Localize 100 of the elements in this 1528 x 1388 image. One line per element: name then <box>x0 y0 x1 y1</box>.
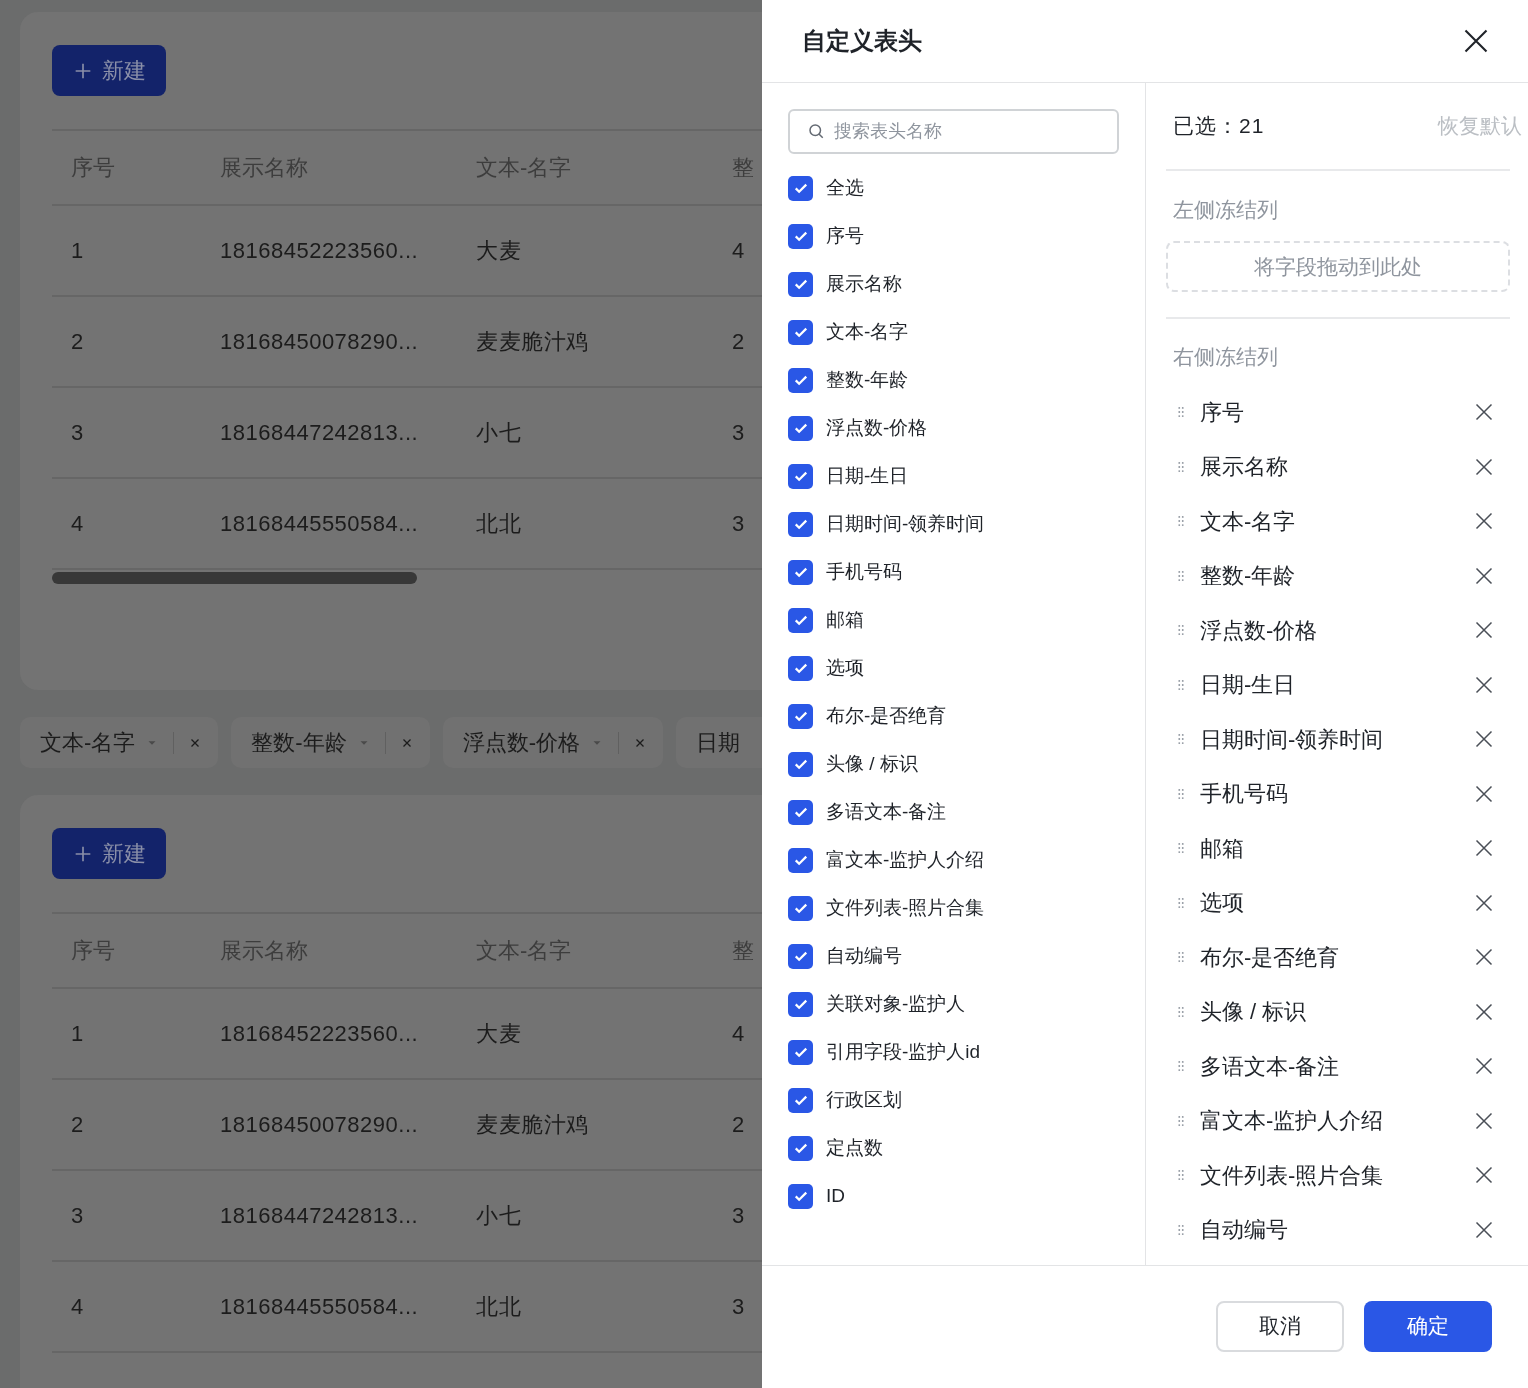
table-cell-text: 18168445550584... <box>220 1293 420 1321</box>
table-cell-text: 18168450078290... <box>220 328 420 356</box>
table-cell-text: 2 <box>71 328 85 356</box>
checkbox[interactable] <box>788 319 813 345</box>
checkbox-label: 富文本-监护人介绍 <box>826 847 985 872</box>
checkbox-label: 序号 <box>826 223 864 248</box>
checkbox-label: 自动编号 <box>826 943 902 968</box>
table-cell-text: 4 <box>732 237 746 265</box>
checkbox-label: 日期-生日 <box>826 463 909 488</box>
close-icon <box>1474 729 1494 750</box>
frozen-column-label: 浮点数-价格 <box>1200 616 1319 645</box>
checkbox-label: 多语文本-备注 <box>826 799 947 824</box>
close-icon <box>1474 1165 1494 1186</box>
frozen-column-label: 自动编号 <box>1200 1216 1289 1245</box>
new-button[interactable]: 新建 <box>52 45 166 96</box>
checkbox-label: 头像 / 标识 <box>826 751 918 776</box>
checkbox[interactable] <box>788 367 813 393</box>
checkbox[interactable] <box>788 463 813 489</box>
table-cell-text: 18168450078290... <box>220 1111 420 1139</box>
checkbox-label: 日期时间-领养时间 <box>826 511 985 536</box>
checkbox[interactable] <box>788 655 813 681</box>
close-icon <box>1474 402 1494 423</box>
table-cell-text: 18168452223560... <box>220 1020 420 1048</box>
checkbox[interactable] <box>788 607 813 633</box>
checkbox[interactable] <box>788 271 813 297</box>
close-icon <box>1474 1219 1494 1240</box>
checkbox[interactable] <box>788 415 813 441</box>
table-cell-text: 3 <box>732 1202 746 1230</box>
close-icon <box>1474 511 1494 532</box>
checkbox[interactable] <box>788 847 813 873</box>
search-field[interactable]: 搜索表头名称 <box>788 109 1119 154</box>
checkbox-label: 文本-名字 <box>826 319 909 344</box>
checkbox-label: 引用字段-监护人id <box>826 1039 981 1064</box>
table-cell-text: 麦麦脆汁鸡 <box>476 328 590 356</box>
table-cell-text: 4 <box>71 1293 85 1321</box>
frozen-column-label: 头像 / 标识 <box>1200 998 1308 1027</box>
checkbox[interactable] <box>788 895 813 921</box>
section-title: 左侧冻结列 <box>1172 197 1279 223</box>
checkbox-label: 全选 <box>826 175 864 200</box>
table-cell-text: 3 <box>71 1202 85 1230</box>
search-icon <box>807 122 825 140</box>
checkbox-label: 布尔-是否绝育 <box>826 703 947 728</box>
checkbox[interactable] <box>788 559 813 585</box>
frozen-column-label: 手机号码 <box>1200 780 1289 809</box>
checkbox[interactable] <box>788 799 813 825</box>
checkbox[interactable] <box>788 1135 813 1161</box>
filter-chip[interactable]: 整数-年龄 <box>231 717 430 768</box>
checkbox[interactable] <box>788 1039 813 1065</box>
reset-link[interactable]: 恢复默认 <box>1438 110 1522 142</box>
table-cell-text: 大麦 <box>476 1020 522 1048</box>
checkbox[interactable] <box>788 751 813 777</box>
table-cell-text: 北北 <box>476 1293 522 1321</box>
frozen-column-label: 日期-生日 <box>1200 671 1297 700</box>
confirm-button[interactable]: 确定 <box>1364 1300 1492 1352</box>
close-icon <box>1474 674 1494 695</box>
frozen-column-label: 文本-名字 <box>1200 507 1297 536</box>
checkbox-label: 选项 <box>826 655 864 680</box>
table-cell-text: 4 <box>732 1020 746 1048</box>
close-icon <box>1474 947 1494 968</box>
table-cell-text: 2 <box>732 328 746 356</box>
checkbox[interactable] <box>788 703 813 729</box>
table-cell-text: 大麦 <box>476 237 522 265</box>
frozen-column-label: 序号 <box>1200 398 1245 427</box>
close-icon <box>1474 892 1494 913</box>
table-cell-text: 1 <box>71 1020 85 1048</box>
table-cell-text: 3 <box>732 419 746 447</box>
section-title: 右侧冻结列 <box>1172 344 1279 370</box>
checkbox[interactable] <box>788 1183 813 1209</box>
checkbox-label: 浮点数-价格 <box>826 415 928 440</box>
checkbox-label: 行政区划 <box>826 1087 902 1112</box>
drawer-title: 自定义表头 <box>802 26 922 56</box>
filter-chip[interactable]: 日期 <box>676 717 762 768</box>
cancel-button[interactable]: 取消 <box>1216 1300 1344 1352</box>
table-cell-text: 4 <box>71 510 85 538</box>
selected-count: 已选：21 <box>1173 113 1265 140</box>
frozen-column-label: 邮箱 <box>1200 834 1245 863</box>
checkbox[interactable] <box>788 511 813 537</box>
frozen-column-label: 布尔-是否绝育 <box>1200 943 1341 972</box>
frozen-column-label: 多语文本-备注 <box>1200 1052 1341 1081</box>
table-cell-text: 18168447242813... <box>220 1202 420 1230</box>
frozen-column-label: 文件列表-照片合集 <box>1200 1161 1385 1190</box>
frozen-column-label: 富文本-监护人介绍 <box>1200 1107 1385 1136</box>
checkbox[interactable] <box>788 223 813 249</box>
checkbox[interactable] <box>788 991 813 1017</box>
scrollbar[interactable] <box>52 572 417 584</box>
checkbox[interactable] <box>788 1087 813 1113</box>
checkbox-label: 整数-年龄 <box>826 367 909 392</box>
checkbox[interactable] <box>788 175 813 201</box>
filter-chip[interactable]: 文本-名字 <box>20 717 219 768</box>
filter-chip[interactable]: 浮点数-价格 <box>442 717 663 768</box>
chip-label: 日期 <box>696 729 740 757</box>
checkbox-label: 定点数 <box>826 1135 883 1160</box>
checkbox[interactable] <box>788 943 813 969</box>
chip-label: 文本-名字 <box>40 729 136 757</box>
frozen-column-label: 日期时间-领养时间 <box>1200 725 1385 754</box>
table-cell-text: 1 <box>71 237 85 265</box>
close-icon <box>1474 1110 1494 1131</box>
drop-zone[interactable]: 将字段拖动到此处 <box>1166 241 1510 292</box>
new-button[interactable]: 新建 <box>52 828 166 879</box>
table-cell-text: 小七 <box>476 1202 522 1230</box>
